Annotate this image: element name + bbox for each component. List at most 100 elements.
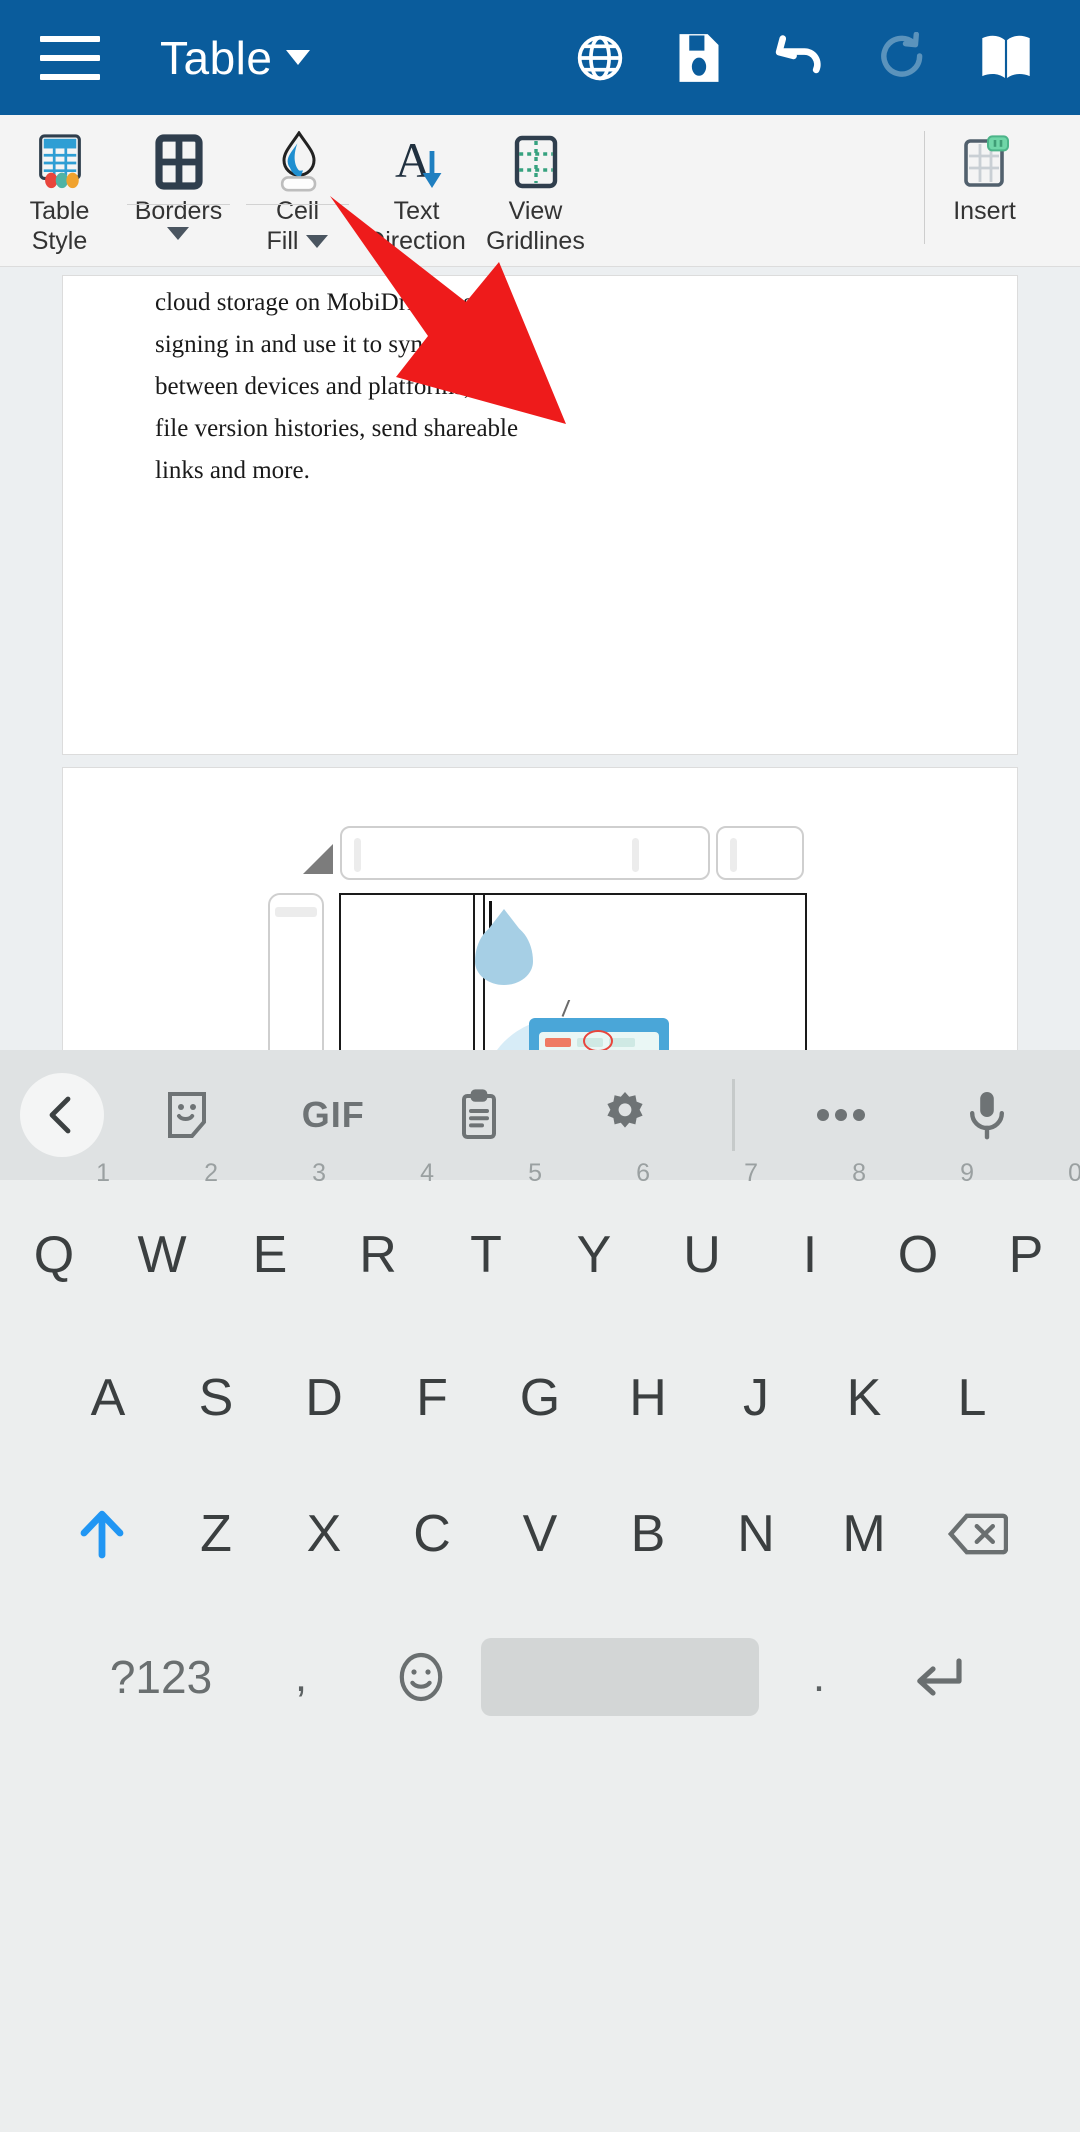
redo-icon[interactable] — [876, 31, 930, 84]
ribbon-item-table-style[interactable]: Table Style — [0, 115, 119, 267]
key-space[interactable] — [481, 1638, 759, 1716]
table-row-select-bar[interactable] — [268, 893, 324, 1050]
key-label: Y — [576, 1226, 612, 1284]
undo-icon[interactable] — [772, 32, 828, 84]
document-page-top: cloud storage on MobiDrive just by signi… — [62, 275, 1018, 755]
key-x[interactable]: X — [270, 1474, 378, 1594]
key-label: G — [519, 1369, 561, 1427]
clipboard-icon[interactable] — [439, 1075, 519, 1155]
ribbon-label-line1: Table — [29, 197, 90, 225]
key-comma[interactable]: , — [241, 1652, 361, 1702]
emoji-smiley-icon[interactable] — [361, 1617, 481, 1737]
gif-icon[interactable]: GIF — [293, 1075, 373, 1155]
ribbon-item-cell-fill[interactable]: Cell Fill — [238, 115, 357, 267]
ribbon-label-line1: Text — [393, 197, 440, 225]
ribbon-item-insert[interactable]: Insert — [925, 115, 1044, 267]
back-chevron-icon[interactable] — [20, 1073, 104, 1157]
ribbon-label-insert: Insert — [953, 197, 1016, 227]
table-column-select-bar-2[interactable] — [716, 826, 804, 880]
settings-gear-icon[interactable] — [585, 1075, 665, 1155]
key-l[interactable]: L — [918, 1338, 1026, 1458]
shift-up-icon[interactable] — [42, 1474, 162, 1594]
document-paragraph: cloud storage on MobiDrive just by signi… — [155, 282, 535, 492]
save-icon[interactable] — [674, 32, 724, 84]
chevron-down-icon — [286, 50, 311, 65]
ribbon-label-line2: Direction — [367, 226, 466, 255]
top-app-bar: Table — [0, 0, 1080, 115]
table-move-handle[interactable] — [303, 844, 333, 874]
key-number-hint: 8 — [852, 1159, 866, 1187]
key-b[interactable]: B — [594, 1474, 702, 1594]
key-i[interactable]: 8 I — [756, 1159, 866, 1315]
enter-return-icon[interactable] — [879, 1617, 999, 1737]
keyboard-row-1: 1 Q 2 W 3 E 4 R 5 T 6 Y 7 U 8 I 9 O 0 P — [0, 1159, 1080, 1330]
app-title-dropdown[interactable]: Table — [160, 31, 311, 85]
ribbon-label-text-direction: Text Direction — [367, 197, 466, 256]
key-number-hint: 3 — [312, 1159, 326, 1187]
hamburger-menu-icon[interactable] — [40, 35, 100, 80]
key-f[interactable]: F — [378, 1338, 486, 1458]
ribbon-item-borders[interactable]: Borders — [119, 115, 238, 267]
key-p[interactable]: 0 P — [972, 1159, 1080, 1315]
paragraph-line: between devices and platforms, view — [155, 373, 526, 400]
key-e[interactable]: 3 E — [216, 1159, 326, 1315]
key-m[interactable]: M — [810, 1474, 918, 1594]
key-label: Z — [200, 1505, 232, 1563]
key-o[interactable]: 9 O — [864, 1159, 974, 1315]
keyboard-row-3: Z X C V B N M — [0, 1466, 1080, 1602]
read-mode-book-icon[interactable] — [978, 32, 1034, 84]
key-v[interactable]: V — [486, 1474, 594, 1594]
key-label: M — [842, 1505, 886, 1563]
key-w[interactable]: 2 W — [108, 1159, 218, 1315]
key-number-hint: 2 — [204, 1159, 218, 1187]
key-number-hint: 1 — [96, 1159, 110, 1187]
key-label: C — [413, 1505, 451, 1563]
spacebar[interactable] — [481, 1638, 759, 1716]
ribbon-label-line2: Style — [31, 226, 88, 255]
key-d[interactable]: D — [270, 1338, 378, 1458]
key-r[interactable]: 4 R — [324, 1159, 434, 1315]
key-q[interactable]: 1 Q — [0, 1159, 110, 1315]
table-ribbon-toolbar: Table Style Borders Cell Fill A Text Dir… — [0, 115, 1080, 267]
keyboard-key-rows: 1 Q 2 W 3 E 4 R 5 T 6 Y 7 U 8 I 9 O 0 P … — [0, 1159, 1080, 1752]
key-s[interactable]: S — [162, 1338, 270, 1458]
key-z[interactable]: Z — [162, 1474, 270, 1594]
sticker-icon[interactable] — [147, 1075, 227, 1155]
key-t[interactable]: 5 T — [432, 1159, 542, 1315]
ribbon-item-text-direction[interactable]: A Text Direction — [357, 115, 476, 267]
key-n[interactable]: N — [702, 1474, 810, 1594]
ribbon-item-view-gridlines[interactable]: View Gridlines — [476, 115, 595, 267]
key-number-hint: 9 — [960, 1159, 974, 1187]
microphone-icon[interactable] — [947, 1075, 1027, 1155]
key-symbols-123[interactable]: ?123 — [81, 1650, 241, 1704]
key-u[interactable]: 7 U — [648, 1159, 758, 1315]
key-number-hint: 4 — [420, 1159, 434, 1187]
key-period[interactable]: . — [759, 1652, 879, 1702]
app-title-text: Table — [160, 31, 273, 84]
document-illustration-image — [481, 1000, 721, 1050]
document-page-bottom — [62, 767, 1018, 1050]
ribbon-label-line1: Insert — [953, 197, 1016, 225]
key-label: R — [359, 1226, 397, 1284]
paragraph-line: file version histories, send shareable — [155, 415, 519, 442]
key-label: H — [629, 1369, 667, 1427]
globe-icon[interactable] — [574, 32, 626, 84]
cell-fill-droplet-indicator — [475, 923, 533, 985]
table-column-select-bar[interactable] — [340, 826, 710, 880]
key-h[interactable]: H — [594, 1338, 702, 1458]
key-g[interactable]: G — [486, 1338, 594, 1458]
more-options-icon[interactable] — [801, 1075, 881, 1155]
key-k[interactable]: K — [810, 1338, 918, 1458]
ribbon-label-table-style: Table Style — [30, 197, 90, 256]
key-label: S — [198, 1369, 234, 1427]
key-y[interactable]: 6 Y — [540, 1159, 650, 1315]
key-number-hint: 5 — [528, 1159, 542, 1187]
backspace-icon[interactable] — [918, 1474, 1038, 1594]
key-c[interactable]: C — [378, 1474, 486, 1594]
key-label: X — [306, 1505, 342, 1563]
key-a[interactable]: A — [54, 1338, 162, 1458]
key-j[interactable]: J — [702, 1338, 810, 1458]
soft-keyboard: GIF 1 Q 2 W 3 E 4 R 5 T 6 Y 7 U 8 I 9 O … — [0, 1050, 1080, 2132]
document-canvas[interactable]: cloud storage on MobiDrive just by signi… — [0, 267, 1080, 1050]
key-label: T — [470, 1226, 502, 1284]
